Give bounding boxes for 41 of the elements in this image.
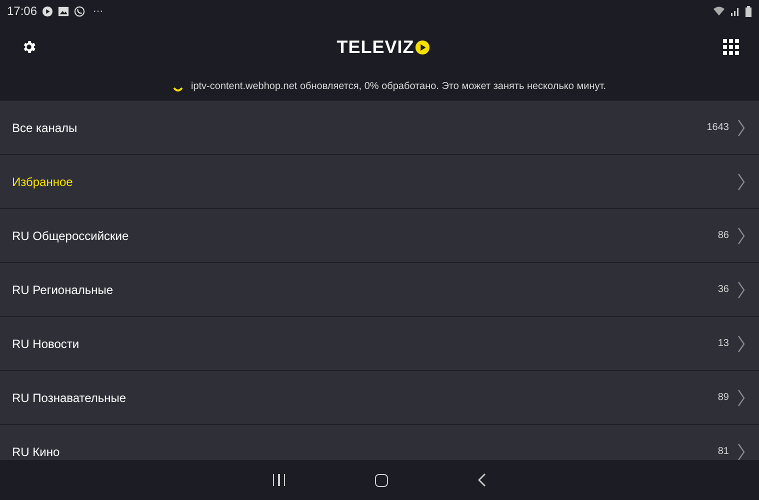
back-button[interactable]: [478, 473, 486, 487]
group-name: Все каналы: [12, 120, 78, 136]
group-name: RU Кино: [12, 444, 60, 460]
chevron-right-icon: [738, 442, 745, 460]
group-name: RU Региональные: [12, 282, 114, 298]
channel-count: 13: [718, 337, 729, 351]
channel-count: 86: [718, 229, 729, 243]
signal-icon: [730, 6, 740, 16]
group-name: Избранное: [12, 174, 73, 190]
chevron-right-icon: [738, 280, 745, 298]
chevron-right-icon: [738, 118, 745, 136]
phone-bubble-icon: [74, 6, 86, 16]
image-icon: [58, 6, 70, 16]
more-indicator: ···: [93, 4, 104, 18]
channel-count: 89: [718, 391, 729, 405]
chevron-right-icon: [738, 172, 745, 190]
group-name: RU Новости: [12, 336, 80, 352]
channel-group-row[interactable]: RU Региональные 36: [0, 262, 759, 316]
channel-count: 81: [718, 445, 729, 459]
channel-count: 1643: [706, 121, 729, 135]
channel-group-row[interactable]: Все каналы 1643: [0, 100, 759, 154]
group-name: RU Познавательные: [12, 390, 126, 406]
group-name: RU Общероссийские: [12, 228, 129, 244]
status-time: 17:06: [7, 3, 38, 20]
wifi-icon: [713, 6, 725, 16]
chevron-right-icon: [738, 334, 745, 352]
channel-group-row[interactable]: RU Познавательные 89: [0, 370, 759, 424]
grid-menu-button[interactable]: [722, 39, 739, 55]
recent-apps-button[interactable]: [272, 474, 286, 486]
battery-icon: [745, 6, 752, 16]
channel-count: 36: [718, 283, 729, 297]
channel-group-row[interactable]: RU Общероссийские 86: [0, 208, 759, 262]
channel-group-row[interactable]: RU Новости 13: [0, 316, 759, 370]
channel-group-row[interactable]: Избранное: [0, 154, 759, 208]
loading-spinner-icon: [173, 86, 183, 94]
update-notice: iptv-content.webhop.net обновляется, 0% обработано. Это может занять несколько минут.: [191, 80, 606, 94]
play-icon: [42, 6, 54, 16]
chevron-right-icon: [738, 226, 745, 244]
chevron-right-icon: [738, 388, 745, 406]
app-logo: TELEVIZ: [336, 34, 430, 60]
home-button[interactable]: [375, 474, 388, 486]
